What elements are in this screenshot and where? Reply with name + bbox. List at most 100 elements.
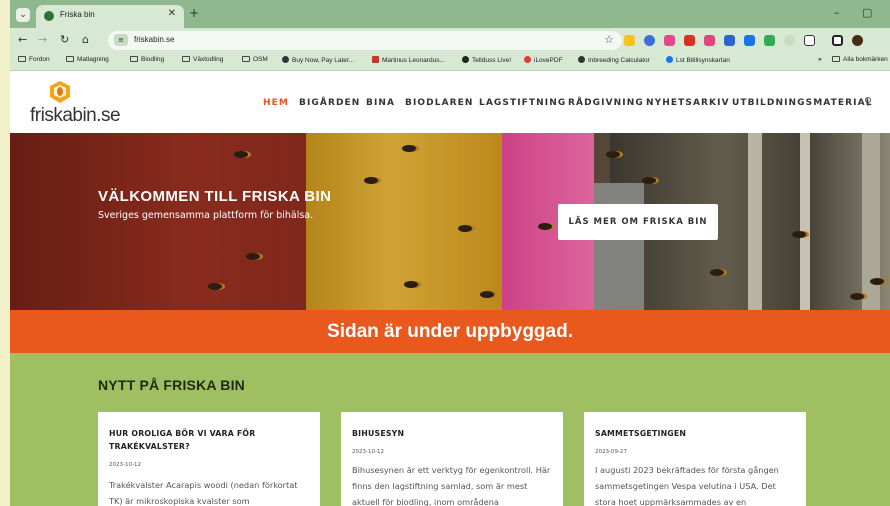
bookmark-buy-now[interactable]: Buy Now, Pay Later...: [282, 56, 354, 64]
banner-text: Sidan är under uppbyggad.: [327, 321, 573, 342]
bee: [234, 151, 248, 158]
restore-icon[interactable]: ▢: [862, 6, 872, 19]
minimize-icon[interactable]: –: [834, 6, 840, 19]
bee: [246, 253, 260, 260]
url-text[interactable]: friskabin.se: [134, 35, 174, 44]
bookmark-vaxtodling[interactable]: Växtodling: [182, 56, 223, 63]
globe-icon: [666, 56, 673, 63]
folder-icon: [242, 56, 250, 62]
bee: [870, 278, 884, 285]
tab-title: Friska bin: [60, 10, 95, 19]
news-card[interactable]: SAMMETSGETINGEN 2023-09-27 I augusti 202…: [584, 412, 806, 506]
hero-section: VÄLKOMMEN TILL FRISKA BIN Sveriges gemen…: [10, 133, 890, 310]
bee: [792, 231, 806, 238]
extension-blue-icon[interactable]: [644, 35, 655, 46]
nav-bina[interactable]: BINA: [366, 98, 395, 108]
tab-strip: ⌄ Friska bin ✕ + – ▢: [10, 0, 890, 28]
card-title[interactable]: BIHUSESYN: [352, 427, 552, 440]
site-settings-icon[interactable]: ≡: [114, 34, 128, 46]
globe-icon: [578, 56, 585, 63]
bookmark-ilovepdf[interactable]: iLovePDF: [524, 56, 563, 64]
extension-yellow-icon[interactable]: [624, 35, 635, 46]
tab-friska-bin[interactable]: Friska bin ✕: [36, 5, 184, 28]
bookmark-bitillsyn[interactable]: Lst Bitillsynskartan: [666, 56, 730, 64]
bookmark-biodling[interactable]: Biodling: [130, 56, 164, 63]
folder-icon: [832, 56, 840, 62]
bee: [850, 293, 864, 300]
card-title[interactable]: SAMMETSGETINGEN: [595, 427, 795, 440]
card-excerpt: Trakékvalster Acarapis woodi (nedan förk…: [109, 480, 298, 506]
bookmark-matlagning[interactable]: Matlagning: [66, 56, 109, 63]
reload-icon[interactable]: ↻: [60, 33, 69, 46]
folder-icon: [182, 56, 190, 62]
bee: [710, 269, 724, 276]
bee: [208, 283, 222, 290]
bee: [480, 291, 494, 298]
bookmarks-bar: Fordon Matlagning Biodling Växtodling OS…: [10, 52, 890, 71]
new-tab-button[interactable]: +: [189, 6, 199, 20]
extension-colorful-icon[interactable]: [664, 35, 675, 46]
card-date: 2023-10-12: [109, 462, 141, 468]
nav-hem[interactable]: HEM: [263, 98, 289, 108]
hero-subtitle: Sveriges gemensamma plattform för bihäls…: [98, 210, 314, 221]
side-panel-icon[interactable]: [832, 35, 843, 46]
extension-square-icon[interactable]: [744, 35, 755, 46]
card-excerpt: I augusti 2023 bekräftades för första gå…: [595, 465, 779, 506]
search-icon[interactable]: ⚲: [864, 95, 872, 108]
bookmark-osm[interactable]: OSM: [242, 56, 268, 63]
heart-icon: [524, 56, 531, 63]
card-excerpt: Bihusesynen är ett verktyg för egenkontr…: [352, 465, 551, 506]
site-header: friskabin.se HEM BIGÅRDEN BINA BIODLAREN…: [10, 71, 890, 133]
site-favicon-icon: [44, 11, 54, 21]
hero-title: VÄLKOMMEN TILL FRISKA BIN: [98, 188, 332, 205]
bookmark-star-icon[interactable]: ☆: [604, 33, 614, 46]
card-title[interactable]: HUR OROLIGA BÖR VI VARA FÖR TRAKÉKVALSTE…: [109, 427, 309, 453]
nav-nyhetsarkiv[interactable]: NYHETSARKIV: [646, 98, 730, 108]
bookmark-telldus[interactable]: Tellduss Live!: [462, 56, 511, 64]
forward-arrow-icon[interactable]: →: [38, 33, 47, 46]
address-bar[interactable]: ≡ friskabin.se ☆: [108, 31, 622, 50]
nav-lagstiftning[interactable]: LAGSTIFTNING: [479, 98, 566, 108]
browser-window: ⌄ Friska bin ✕ + – ▢ ← → ↻ ⌂ ≡ friskabin…: [10, 0, 890, 506]
extension-pink-icon[interactable]: [704, 35, 715, 46]
bee: [642, 177, 656, 184]
profile-avatar[interactable]: [852, 35, 863, 46]
tab-search-icon[interactable]: ⌄: [16, 8, 30, 22]
home-icon[interactable]: ⌂: [82, 33, 89, 46]
folder-icon: [130, 56, 138, 62]
all-bookmarks-folder[interactable]: Alla bokmärken: [832, 56, 888, 63]
b-logo-icon: [282, 56, 289, 63]
bee: [402, 145, 416, 152]
news-section: NYTT PÅ FRISKA BIN HUR OROLIGA BÖR VI VA…: [10, 353, 890, 506]
nav-biodlaren[interactable]: BIODLAREN: [405, 98, 474, 108]
construction-banner: Sidan är under uppbyggad.: [10, 310, 890, 353]
extension-g-icon[interactable]: [784, 35, 795, 46]
news-card[interactable]: HUR OROLIGA BÖR VI VARA FÖR TRAKÉKVALSTE…: [98, 412, 320, 506]
extension-drive-icon[interactable]: [764, 35, 775, 46]
read-more-button[interactable]: LÄS MER OM FRISKA BIN: [558, 204, 718, 240]
bee-logo-icon[interactable]: [46, 79, 74, 105]
nav-radgivning[interactable]: RÅDGIVNING: [568, 98, 644, 108]
martinus-logo-icon: [372, 56, 379, 63]
bookmark-martinus[interactable]: Martinus Leonardus...: [372, 56, 445, 64]
bee: [364, 177, 378, 184]
browser-toolbar: ← → ↻ ⌂ ≡ friskabin.se ☆: [10, 28, 890, 52]
news-card[interactable]: BIHUSESYN 2023-10-12 Bihusesynen är ett …: [341, 412, 563, 506]
news-heading: NYTT PÅ FRISKA BIN: [98, 377, 245, 393]
hero-overlay: [10, 133, 890, 310]
more-bookmarks-icon[interactable]: »: [818, 56, 822, 63]
extension-pen-icon[interactable]: [724, 35, 735, 46]
extensions-puzzle-icon[interactable]: [804, 35, 815, 46]
bookmark-inbreeding[interactable]: Inbreeding Calculator: [578, 56, 650, 64]
extension-red-icon[interactable]: [684, 35, 695, 46]
back-arrow-icon[interactable]: ←: [18, 33, 27, 46]
close-tab-icon[interactable]: ✕: [168, 8, 176, 19]
folder-icon: [18, 56, 26, 62]
nav-utbildningsmaterial[interactable]: UTBILDNINGSMATERIAL: [732, 98, 873, 108]
bee: [538, 223, 552, 230]
card-date: 2023-10-12: [352, 449, 384, 455]
bookmark-fordon[interactable]: Fordon: [18, 56, 50, 63]
nav-bigarden[interactable]: BIGÅRDEN: [299, 98, 360, 108]
site-logo-text[interactable]: friskabin.se: [30, 105, 121, 127]
telldus-logo-icon: [462, 56, 469, 63]
